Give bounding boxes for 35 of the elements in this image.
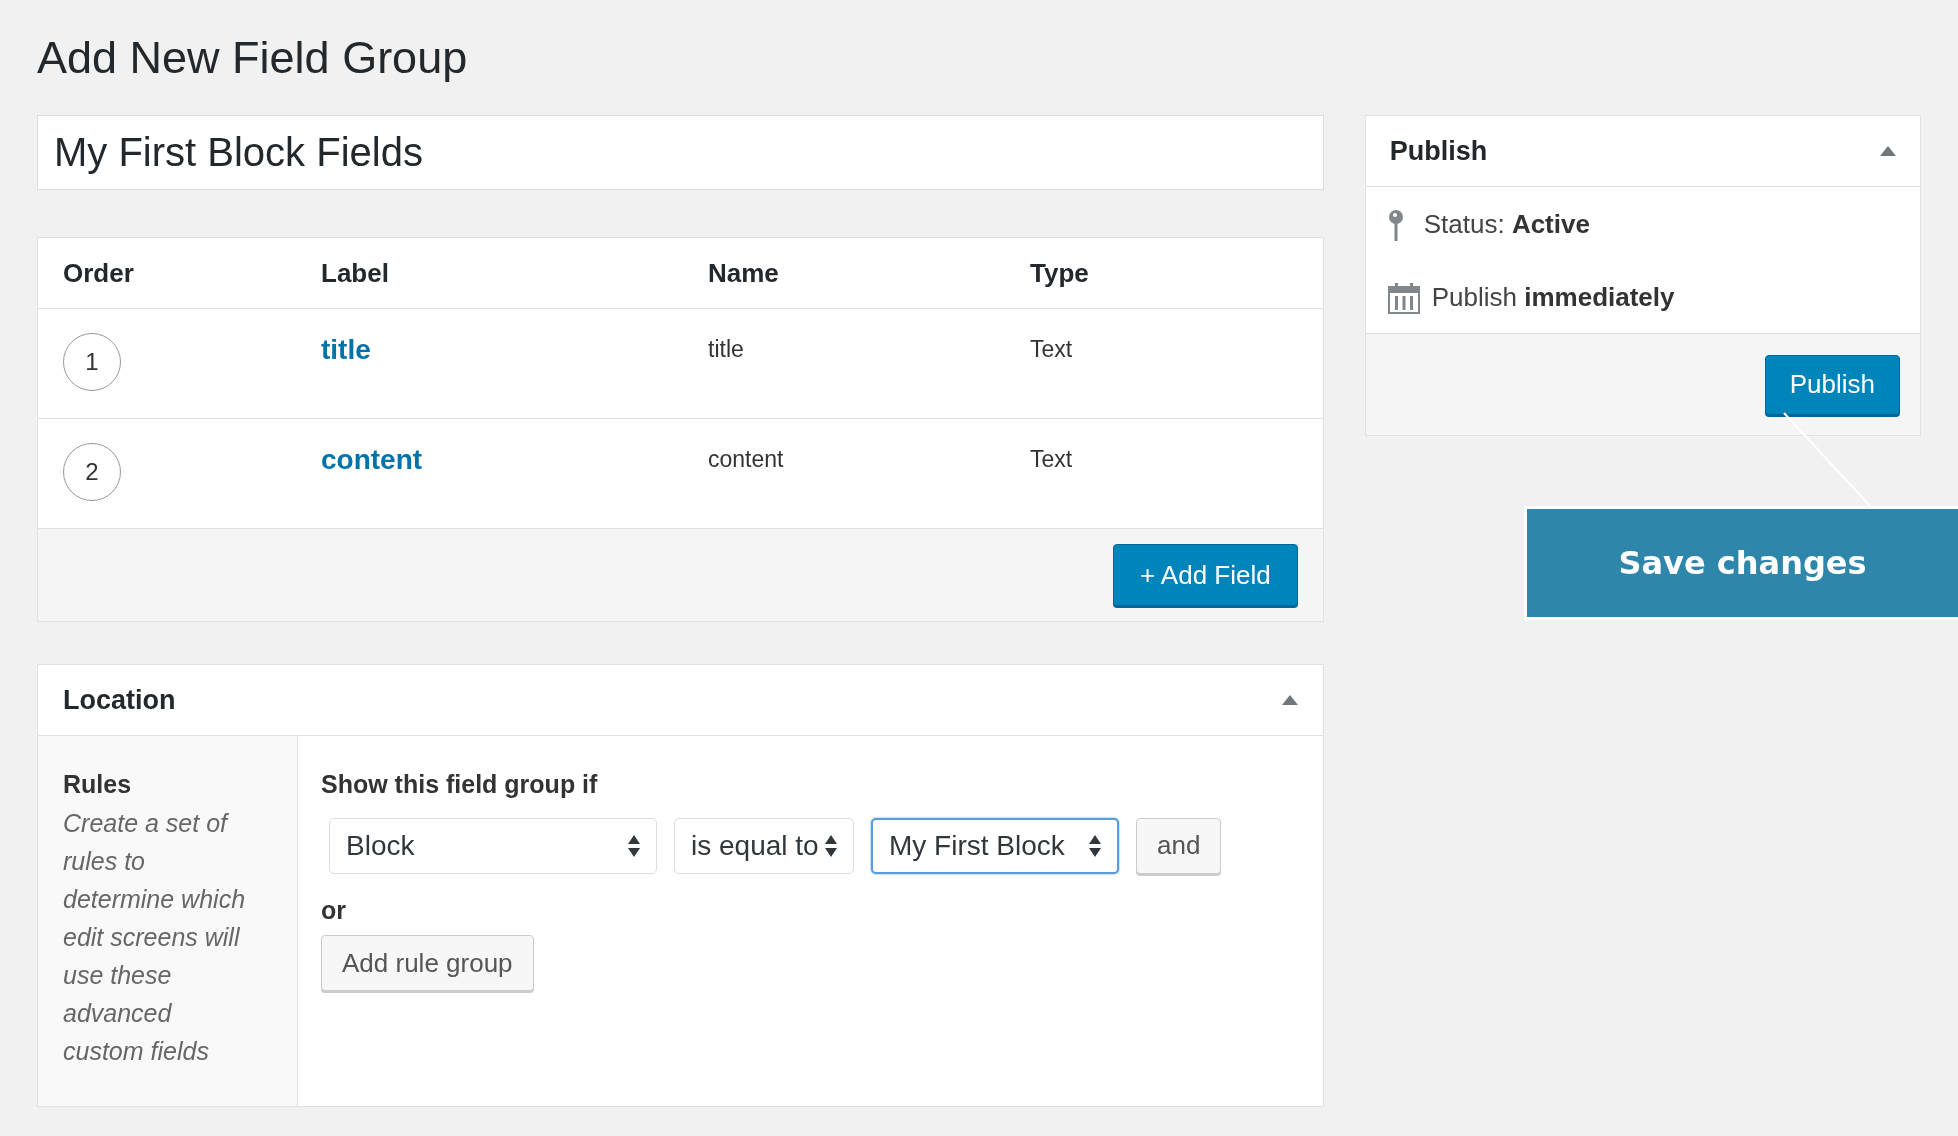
panel-title: Publish bbox=[1389, 134, 1488, 168]
select-arrows-icon bbox=[628, 834, 640, 857]
panel-title: Location bbox=[63, 683, 176, 717]
and-button[interactable]: and bbox=[1136, 817, 1222, 874]
schedule-text: Publish immediately bbox=[1431, 281, 1675, 314]
column-header: Order bbox=[62, 256, 135, 290]
add-field-button[interactable]: + Add Field bbox=[1112, 544, 1298, 606]
field-label-link[interactable]: title bbox=[321, 329, 708, 371]
title-input[interactable]: My First Block Fields bbox=[37, 115, 1324, 190]
field-label-link[interactable]: content bbox=[321, 439, 708, 481]
select-arrows-icon bbox=[1089, 834, 1101, 857]
or-label: or bbox=[321, 894, 347, 926]
rule-select[interactable]: My First Block bbox=[871, 817, 1119, 874]
publish-button[interactable]: Publish bbox=[1764, 354, 1900, 415]
save-changes-callout: Save changes bbox=[1524, 506, 1958, 620]
rules-title: Rules bbox=[63, 769, 133, 800]
column-header: Name bbox=[708, 256, 780, 290]
select-arrows-icon bbox=[825, 834, 837, 857]
collapse-toggle-icon[interactable] bbox=[1281, 695, 1298, 705]
pin-icon bbox=[1387, 208, 1404, 241]
table-cell-text: Text bbox=[1030, 335, 1073, 364]
rules-help-text: Create a set of rules to determine which edit screens will use these advanced custom fields bbox=[63, 807, 247, 1067]
condition-label: Show this field group if bbox=[321, 769, 599, 800]
page-title: Add New Field Group bbox=[37, 31, 469, 85]
column-header: Type bbox=[1030, 256, 1090, 290]
collapse-toggle-icon[interactable] bbox=[1880, 146, 1896, 156]
rule-select[interactable]: is equal to bbox=[674, 817, 854, 874]
table-cell-text: title bbox=[708, 335, 745, 364]
table-cell-text: Text bbox=[1030, 445, 1073, 474]
rule-select[interactable]: Block bbox=[329, 817, 657, 874]
status-text: Status: Active bbox=[1423, 208, 1590, 241]
calendar-icon bbox=[1387, 281, 1420, 314]
table-cell-text: content bbox=[708, 445, 785, 474]
add-rule-group-button[interactable]: Add rule group bbox=[321, 935, 534, 991]
column-header: Label bbox=[321, 256, 390, 290]
